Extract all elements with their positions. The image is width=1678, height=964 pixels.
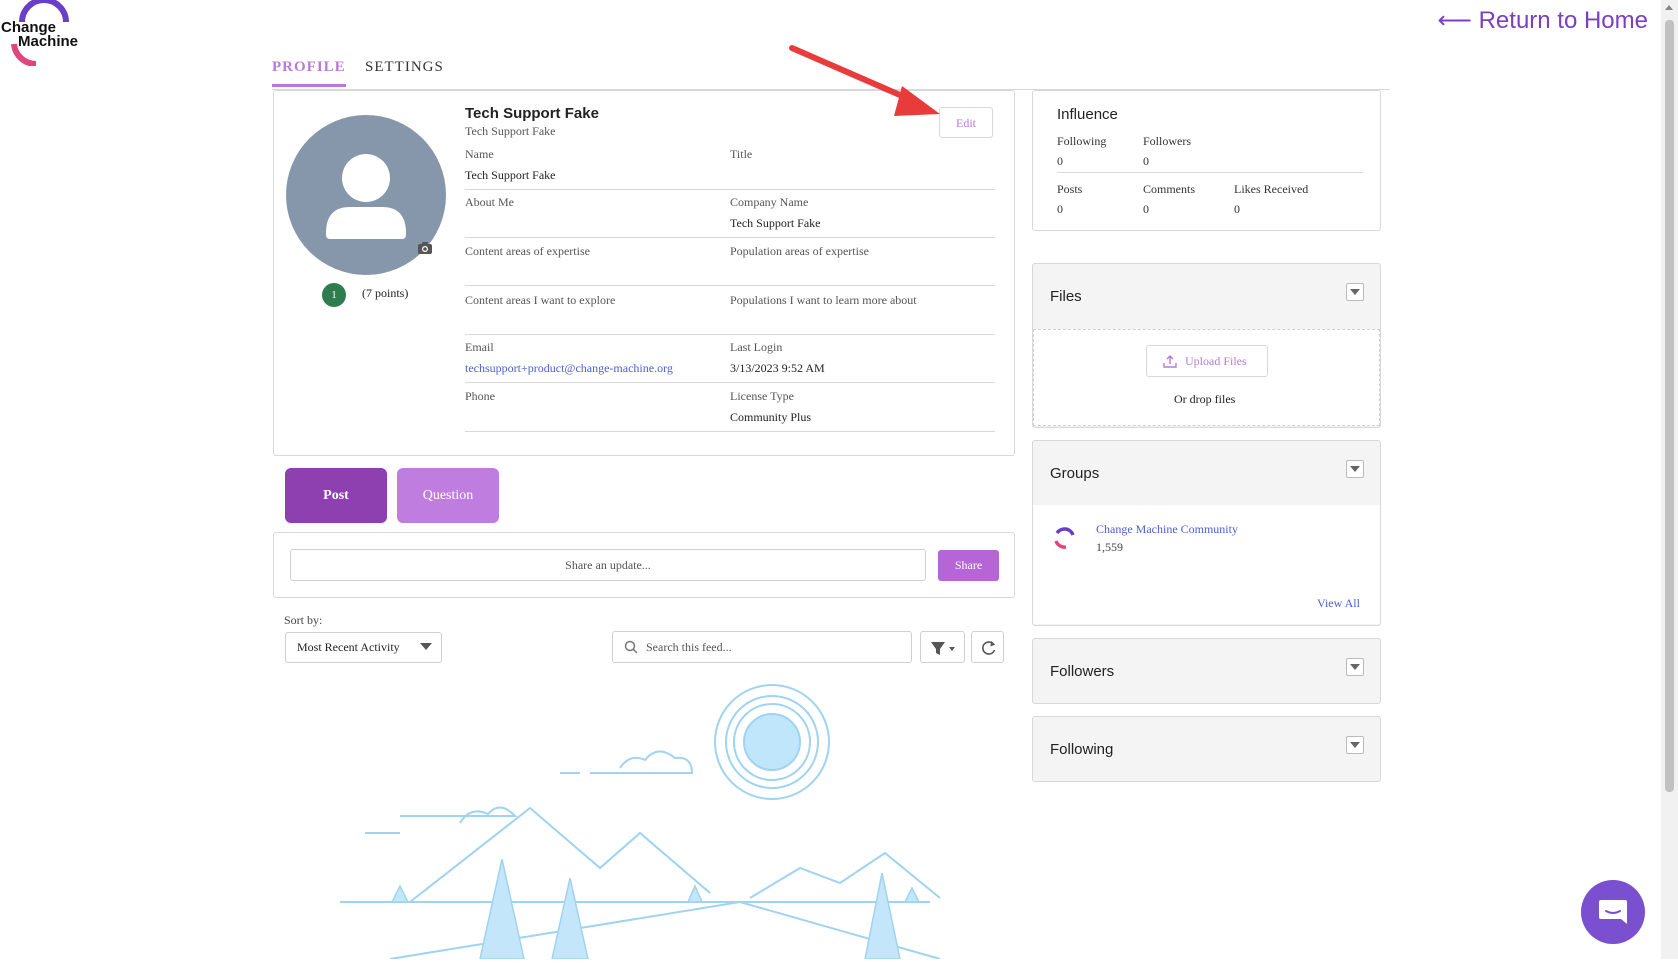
level-badge: 1	[322, 283, 346, 307]
influence-title: Influence	[1057, 106, 1118, 123]
camera-icon[interactable]	[417, 241, 433, 255]
chevron-down-icon	[420, 643, 432, 650]
followers-count: 0	[1143, 154, 1149, 168]
company-value: Tech Support Fake	[730, 216, 821, 230]
influence-divider	[1057, 172, 1363, 173]
name-value: Tech Support Fake	[465, 168, 556, 182]
following-label: Following	[1057, 134, 1107, 148]
last-login-label: Last Login	[730, 340, 783, 354]
following-panel: Following	[1032, 716, 1381, 782]
followers-label: Followers	[1143, 134, 1191, 148]
last-login-value: 3/13/2023 9:52 AM	[730, 361, 825, 375]
comments-count: 0	[1143, 202, 1149, 216]
files-toggle-chevron-down-icon[interactable]	[1346, 283, 1364, 301]
posts-count: 0	[1057, 202, 1063, 216]
field-row-phone-license: Phone License Type Community Plus	[465, 383, 995, 432]
title-label: Title	[730, 147, 753, 161]
logo-text-line2: Machine	[18, 33, 78, 50]
field-row-explore: Content areas I want to explore Populati…	[465, 286, 995, 335]
email-label: Email	[465, 340, 494, 354]
company-label: Company Name	[730, 195, 809, 209]
chat-icon	[1597, 898, 1629, 926]
empty-feed-illustration	[335, 678, 950, 960]
question-button[interactable]: Question	[397, 468, 499, 523]
license-value: Community Plus	[730, 410, 812, 424]
followers-toggle-chevron-down-icon[interactable]	[1346, 658, 1364, 676]
search-icon	[624, 640, 638, 654]
email-link[interactable]: techsupport+product@change-machine.org	[465, 361, 673, 376]
phone-label: Phone	[465, 389, 495, 403]
files-title: Files	[1050, 288, 1082, 305]
license-label: License Type	[730, 389, 794, 403]
field-row-name-title: Name Tech Support Fake Title	[465, 142, 995, 190]
field-row-email-login: Email techsupport+product@change-machine…	[465, 335, 995, 383]
return-to-home-link[interactable]: ⟵ Return to Home	[1438, 6, 1648, 35]
followers-panel: Followers	[1032, 638, 1381, 704]
change-machine-logo[interactable]: Change Machine	[0, 0, 90, 68]
comments-label: Comments	[1143, 182, 1196, 196]
group-member-count: 1,559	[1096, 540, 1123, 554]
following-count: 0	[1057, 154, 1063, 168]
population-expertise-label: Population areas of expertise	[730, 244, 869, 258]
sort-select[interactable]: Most Recent Activity	[285, 632, 442, 663]
refresh-button[interactable]	[971, 631, 1004, 663]
upload-icon	[1163, 354, 1177, 368]
profile-name: Tech Support Fake	[465, 105, 599, 122]
likes-received-label: Likes Received	[1234, 182, 1309, 196]
field-row-about-company: About Me Company Name Tech Support Fake	[465, 190, 995, 238]
population-learn-label: Populations I want to learn more about	[730, 293, 917, 307]
files-dropzone[interactable]	[1033, 329, 1380, 426]
post-button[interactable]: Post	[285, 468, 387, 523]
following-panel-title: Following	[1050, 741, 1114, 758]
field-row-expertise: Content areas of expertise Population ar…	[465, 238, 995, 286]
tab-settings[interactable]: SETTINGS	[365, 59, 444, 76]
followers-panel-title: Followers	[1050, 663, 1115, 680]
filter-icon	[931, 642, 955, 655]
likes-received-count: 0	[1234, 202, 1240, 216]
group-logo-icon	[1051, 525, 1077, 551]
refresh-icon	[982, 641, 996, 655]
points-text: (7 points)	[362, 286, 409, 300]
share-update-input[interactable]: Share an update...	[290, 549, 926, 581]
content-explore-label: Content areas I want to explore	[465, 293, 616, 307]
search-feed-input[interactable]: Search this feed...	[612, 631, 912, 663]
tab-profile[interactable]: PROFILE	[272, 59, 346, 87]
view-all-groups-link[interactable]: View All	[1317, 596, 1360, 611]
groups-title: Groups	[1050, 465, 1100, 482]
scroll-up-icon[interactable]	[1665, 5, 1673, 10]
annotation-arrow-icon	[788, 42, 948, 122]
about-label: About Me	[465, 195, 514, 209]
filter-button[interactable]	[920, 631, 965, 663]
groups-toggle-chevron-down-icon[interactable]	[1346, 460, 1364, 478]
content-expertise-label: Content areas of expertise	[465, 244, 590, 258]
share-button[interactable]: Share	[938, 550, 999, 581]
posts-label: Posts	[1057, 182, 1083, 196]
group-name-link[interactable]: Change Machine Community	[1096, 522, 1238, 537]
profile-subname: Tech Support Fake	[465, 124, 556, 138]
following-toggle-chevron-down-icon[interactable]	[1346, 736, 1364, 754]
sort-by-label: Sort by:	[284, 613, 323, 627]
scrollbar-thumb[interactable]	[1665, 20, 1674, 792]
name-label: Name	[465, 147, 494, 161]
drop-files-text: Or drop files	[1174, 392, 1236, 406]
